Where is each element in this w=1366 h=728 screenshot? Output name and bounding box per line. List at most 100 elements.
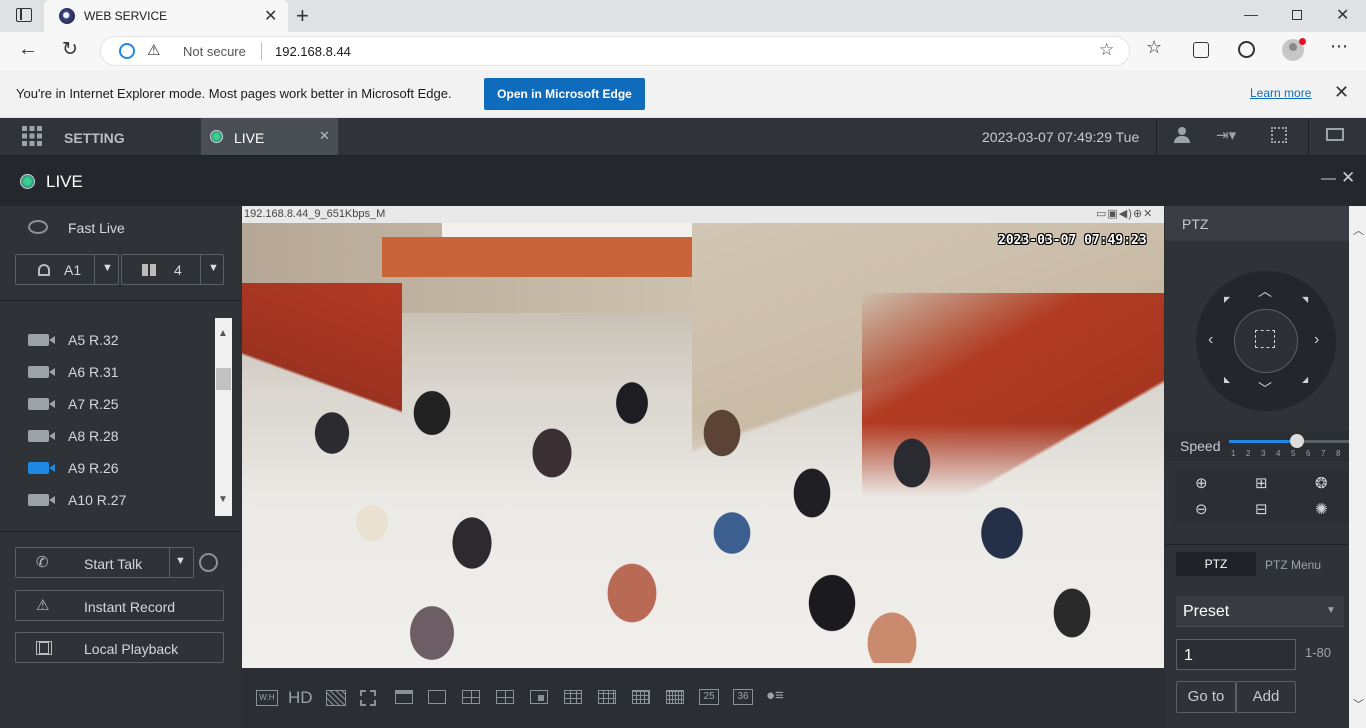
preset-select[interactable]: Preset ▼ — [1176, 596, 1344, 627]
close-window-icon[interactable]: ✕ — [1336, 5, 1349, 25]
camera-label: A6 R.31 — [68, 364, 119, 380]
restore-icon[interactable] — [1292, 10, 1302, 20]
tab-ptz[interactable]: PTZ — [1176, 552, 1256, 576]
ptz-title: PTZ — [1182, 216, 1209, 232]
browser-tab[interactable]: WEB SERVICE ✕ — [44, 0, 288, 32]
list-item[interactable]: A10 R.27 — [0, 484, 214, 516]
talk-bubble-icon[interactable]: ●≡ — [766, 687, 784, 704]
layout-select[interactable]: 4 ▼ — [121, 254, 224, 285]
arrow-left-icon[interactable]: ‹ — [1208, 331, 1213, 349]
window-icon[interactable] — [395, 690, 413, 704]
iris-close-icon[interactable]: ✺ — [1315, 500, 1328, 518]
refresh-icon[interactable]: ↻ — [62, 38, 78, 61]
live-tab[interactable]: LIVE ✕ — [201, 118, 338, 155]
iris-open-icon[interactable]: ❂ — [1315, 474, 1328, 492]
logout-icon[interactable]: ⇥▾ — [1216, 126, 1236, 144]
setting-tab[interactable]: SETTING — [64, 130, 125, 146]
video-window[interactable]: 192.168.8.44_9_651Kbps_M ▭▣◀)⊕✕ 2023-03-… — [242, 206, 1164, 668]
hd-button[interactable]: HD — [288, 688, 313, 708]
chevron-down-icon[interactable]: ▼ — [175, 555, 186, 567]
speed-slider-handle[interactable] — [1289, 434, 1304, 448]
arrow-up-icon[interactable]: ︿ — [1258, 281, 1272, 301]
layout-36-button[interactable]: 36 — [733, 689, 753, 705]
list-item[interactable]: A5 R.32 — [0, 324, 214, 356]
talk-status-icon[interactable] — [199, 553, 218, 572]
zoom-out-icon[interactable]: ⊖ — [1195, 500, 1208, 518]
arrow-up-right-icon[interactable]: ◥ — [1302, 295, 1308, 304]
arrow-right-icon[interactable]: › — [1314, 331, 1319, 349]
arrow-up-left-icon[interactable]: ◤ — [1224, 295, 1230, 304]
aspect-ratio-icon[interactable]: W:H — [256, 690, 278, 706]
layout-6-icon[interactable] — [496, 690, 514, 704]
collections-icon[interactable] — [1193, 42, 1209, 58]
arrow-down-right-icon[interactable]: ◢ — [1302, 375, 1308, 384]
url-text[interactable]: 192.168.8.44 — [275, 44, 351, 59]
qr-code-icon[interactable] — [1271, 127, 1287, 143]
scroll-thumb[interactable] — [216, 368, 231, 390]
menu-grid-icon[interactable] — [22, 126, 42, 146]
start-talk-button[interactable]: ✆ Start Talk ▼ — [15, 547, 194, 578]
group-select[interactable]: A1 ▼ — [15, 254, 119, 285]
close-live-tab-icon[interactable]: ✕ — [319, 128, 330, 144]
layout-9-icon[interactable] — [564, 690, 582, 704]
focus-near-icon[interactable]: ⊞ — [1255, 474, 1268, 492]
fast-live-label[interactable]: Fast Live — [68, 220, 125, 236]
tab-actions-icon[interactable] — [16, 8, 32, 22]
layout-1-icon[interactable] — [428, 690, 446, 704]
favorites-icon[interactable]: ☆ — [1146, 37, 1162, 58]
learn-more-link[interactable]: Learn more — [1250, 86, 1311, 100]
goto-preset-button[interactable]: Go to — [1176, 681, 1236, 713]
ie-mode-icon[interactable] — [1238, 41, 1255, 58]
url-field[interactable]: ⚠ Not secure 192.168.8.44 ☆ — [100, 36, 1130, 66]
tab-ptz-menu[interactable]: PTZ Menu — [1265, 558, 1321, 572]
profile-avatar[interactable] — [1282, 38, 1306, 61]
scroll-up-icon[interactable]: ︿ — [1353, 222, 1364, 238]
instant-record-button[interactable]: ⚠ Instant Record — [15, 590, 224, 621]
ptz-center-button[interactable] — [1234, 309, 1298, 373]
minimize-icon[interactable]: — — [1244, 6, 1258, 22]
arrow-down-left-icon[interactable]: ◣ — [1224, 375, 1230, 384]
user-icon[interactable] — [1174, 127, 1190, 143]
back-icon[interactable]: ← — [18, 38, 38, 61]
page-scrollbar[interactable]: ︿ ﹀ — [1349, 206, 1366, 728]
preset-number-input[interactable]: 1 — [1176, 639, 1296, 670]
chevron-down-icon[interactable]: ▼ — [208, 262, 219, 274]
layout-13-icon[interactable] — [598, 690, 616, 704]
speed-label: Speed — [1180, 438, 1221, 454]
new-tab-icon[interactable]: + — [296, 3, 309, 29]
list-item[interactable]: A6 R.31 — [0, 356, 214, 388]
monitor-icon[interactable] — [1326, 128, 1344, 141]
list-item[interactable]: A9 R.26 — [0, 452, 214, 484]
add-favorite-icon[interactable]: ☆ — [1099, 40, 1114, 60]
fluency-icon[interactable] — [326, 690, 346, 706]
layout-4-icon[interactable] — [462, 690, 480, 704]
layout-16-icon[interactable] — [632, 690, 650, 704]
speed-track[interactable] — [1229, 434, 1349, 448]
close-tab-icon[interactable]: ✕ — [264, 6, 277, 26]
close-notice-icon[interactable]: ✕ — [1334, 82, 1349, 103]
add-preset-button[interactable]: Add — [1236, 681, 1296, 713]
chevron-down-icon[interactable]: ▼ — [102, 262, 113, 274]
more-icon[interactable]: ⋯ — [1330, 36, 1348, 57]
scroll-down-icon[interactable]: ﹀ — [1353, 696, 1364, 712]
camera-list-scrollbar[interactable]: ▲ ▼ — [215, 318, 232, 516]
open-in-edge-button[interactable]: Open in Microsoft Edge — [484, 78, 645, 110]
fullscreen-icon[interactable] — [360, 690, 376, 706]
scroll-down-icon[interactable]: ▼ — [218, 494, 228, 505]
scroll-up-icon[interactable]: ▲ — [218, 328, 228, 339]
close-panel-icon[interactable]: ✕ — [1341, 168, 1355, 188]
focus-far-icon[interactable]: ⊟ — [1255, 500, 1268, 518]
ptz-direction-pad: ︿ ﹀ ‹ › ◤ ◥ ◣ ◢ — [1196, 271, 1336, 411]
warning-icon[interactable]: ⚠ — [147, 41, 160, 59]
list-item[interactable]: A8 R.28 — [0, 420, 214, 452]
list-item[interactable]: A7 R.25 — [0, 388, 214, 420]
arrow-down-icon[interactable]: ﹀ — [1258, 379, 1272, 399]
video-controls-icon[interactable]: ▭▣◀)⊕✕ — [1096, 207, 1153, 220]
layout-25-button[interactable]: 25 — [699, 689, 719, 705]
layout-8-icon[interactable] — [530, 690, 548, 704]
layout-20-icon[interactable] — [666, 690, 684, 704]
zoom-in-icon[interactable]: ⊕ — [1195, 474, 1208, 492]
minimize-panel-icon[interactable]: — — [1321, 170, 1336, 187]
local-playback-button[interactable]: Local Playback — [15, 632, 224, 663]
security-label[interactable]: Not secure — [183, 44, 246, 59]
